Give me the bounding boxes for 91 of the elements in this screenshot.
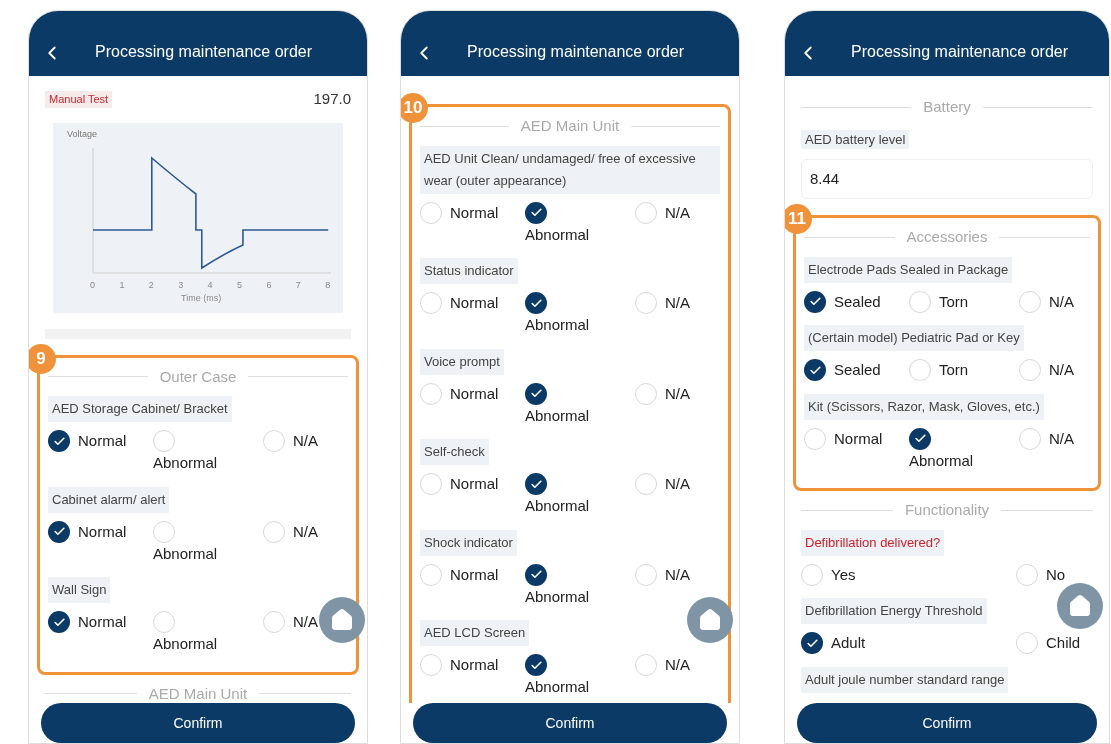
confirm-button[interactable]: Confirm — [413, 703, 727, 743]
question-label: Shock indicator — [420, 529, 517, 556]
radio-option[interactable]: Adult — [801, 632, 866, 655]
home-button[interactable] — [687, 597, 733, 643]
home-button[interactable] — [1057, 583, 1103, 629]
question-label: Status indicator — [420, 258, 518, 284]
section-title: Functionality — [904, 500, 990, 520]
question-label: Defibrillation delivered? — [801, 529, 945, 556]
test-label: Manual Test — [45, 91, 113, 108]
radio-option[interactable]: Normal — [420, 201, 499, 224]
callout-badge: 10 — [401, 93, 428, 123]
section-title: Outer Case — [159, 366, 237, 387]
radio-option[interactable]: Abnormal — [525, 563, 615, 608]
radio-option[interactable]: Abnormal — [525, 201, 615, 246]
home-icon — [698, 608, 722, 632]
tick-label: 6 — [266, 279, 272, 290]
radio-option[interactable]: Child — [1016, 632, 1081, 655]
radio-option[interactable]: Normal — [48, 430, 127, 453]
axis-label: Voltage — [67, 128, 98, 139]
radio-option[interactable]: Torn — [909, 359, 969, 382]
question-label: Voice prompt — [420, 348, 504, 375]
radio-option[interactable]: No — [1016, 563, 1066, 586]
radio-option[interactable]: N/A — [263, 520, 318, 543]
field-label: AED battery level — [801, 129, 910, 149]
radio-option[interactable]: Abnormal — [153, 611, 243, 656]
section-title: AED Main Unit — [520, 116, 620, 136]
confirm-button[interactable]: Confirm — [797, 703, 1097, 743]
battery-input[interactable]: 8.44 — [801, 158, 1093, 199]
question-label: (Certain model) Pediatric Pad or Key — [804, 325, 1024, 351]
radio-option[interactable]: Abnormal — [153, 520, 243, 565]
confirm-button[interactable]: Confirm — [41, 703, 355, 743]
radio-option[interactable]: N/A — [635, 563, 690, 586]
screen-title: Processing maintenance order — [95, 42, 312, 62]
radio-option[interactable]: Normal — [420, 473, 499, 496]
question-label: AED Storage Cabinet/ Bracket — [48, 396, 232, 422]
tick-label: 0 — [90, 279, 95, 290]
radio-option[interactable]: Normal — [48, 520, 127, 543]
radio-option[interactable]: N/A — [1019, 290, 1074, 313]
question-label: Electrode Pads Sealed in Package — [804, 256, 1013, 283]
tick-label: 2 — [148, 279, 154, 290]
test-value: 197.0 — [313, 89, 351, 109]
tick-label: 4 — [207, 279, 213, 290]
question-label: Self-check — [420, 439, 489, 465]
radio-option[interactable]: Normal — [420, 563, 499, 586]
screen-title: Processing maintenance order — [851, 42, 1068, 62]
question-label: Wall Sign — [48, 577, 111, 603]
home-icon — [330, 608, 354, 632]
screen-title: Processing maintenance order — [467, 42, 684, 62]
radio-option[interactable]: Normal — [420, 292, 499, 315]
radio-option[interactable]: N/A — [1019, 427, 1074, 450]
axis-label: Time (ms) — [181, 292, 222, 303]
section-title: Battery — [923, 97, 971, 117]
radio-option[interactable]: Normal — [420, 654, 499, 677]
radio-option[interactable]: N/A — [635, 654, 690, 677]
radio-option[interactable]: N/A — [635, 292, 690, 315]
tick-label: 3 — [178, 279, 184, 290]
radio-option[interactable]: Abnormal — [525, 382, 615, 427]
question-label: Kit (Scissors, Razor, Mask, Gloves, etc.) — [804, 393, 1044, 420]
section-title: Accessories — [906, 227, 988, 247]
radio-option[interactable]: Abnormal — [153, 430, 243, 475]
home-icon — [1068, 594, 1092, 618]
question-label: AED LCD Screen — [420, 620, 530, 646]
radio-option[interactable]: Abnormal — [525, 292, 615, 337]
radio-option[interactable]: Normal — [420, 382, 499, 405]
question-label: AED Unit Clean/ undamaged/ free of excessive wear (outer appearance) — [420, 145, 720, 194]
home-button[interactable] — [319, 597, 365, 643]
radio-option[interactable]: Normal — [48, 611, 127, 634]
radio-option[interactable]: Abnormal — [525, 654, 615, 699]
question-label: Adult joule number standard range — [801, 666, 1009, 693]
radio-option[interactable]: Normal — [804, 427, 883, 450]
radio-option[interactable]: N/A — [263, 611, 318, 634]
radio-option[interactable]: N/A — [1019, 359, 1074, 382]
question-label: Defibrillation Energy Threshold — [801, 598, 987, 624]
radio-option[interactable]: N/A — [635, 473, 690, 496]
callout-badge: 9 — [29, 343, 56, 374]
tick-label: 1 — [119, 279, 125, 290]
callout-badge: 11 — [785, 204, 812, 234]
radio-option[interactable]: Yes — [801, 563, 856, 586]
radio-option[interactable]: Torn — [909, 290, 969, 313]
radio-option[interactable]: Abnormal — [909, 427, 999, 472]
radio-option[interactable]: N/A — [635, 382, 690, 405]
radio-option[interactable]: N/A — [263, 430, 318, 453]
section-title: AED Main Unit — [148, 683, 248, 703]
tick-label: 5 — [237, 279, 242, 290]
question-label: Cabinet alarm/ alert — [48, 486, 170, 513]
radio-option[interactable]: Sealed — [804, 359, 881, 382]
radio-option[interactable]: Sealed — [804, 290, 881, 313]
tick-label: 8 — [325, 279, 331, 290]
tick-label: 7 — [295, 279, 301, 290]
radio-option[interactable]: Abnormal — [525, 473, 615, 518]
radio-option[interactable]: N/A — [635, 201, 690, 224]
